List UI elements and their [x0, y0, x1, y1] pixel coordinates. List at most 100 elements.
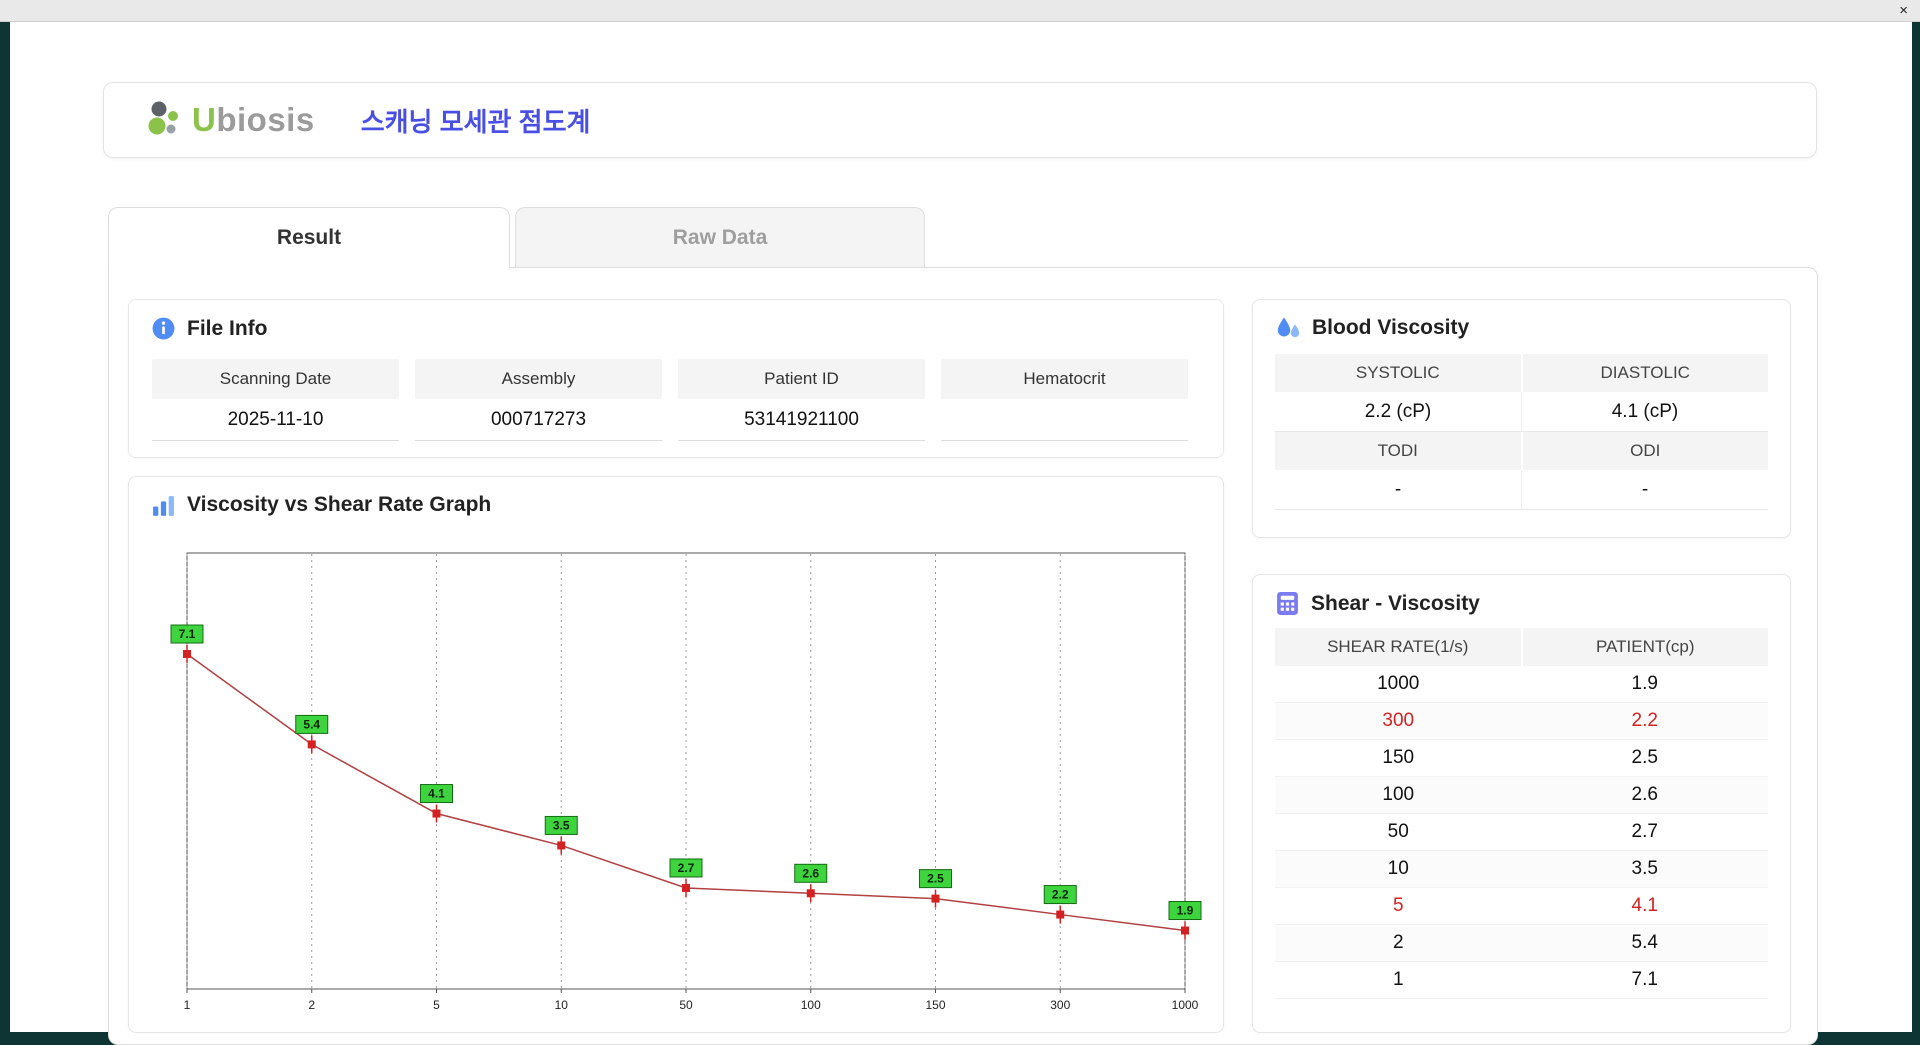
graph-title-row: Viscosity vs Shear Rate Graph — [129, 477, 1223, 527]
bv-header-cell: TODI — [1275, 432, 1523, 470]
info-icon — [152, 317, 175, 340]
field-label: Scanning Date — [152, 359, 399, 399]
x-tick-label: 5 — [433, 998, 440, 1012]
x-tick-label: 50 — [679, 998, 693, 1012]
bv-value-row: 2.2 (cP) 4.1 (cP) — [1275, 392, 1768, 432]
field-label: Patient ID — [678, 359, 925, 399]
x-tick-label: 1000 — [1172, 998, 1199, 1012]
shear-table-row: 300 2.2 — [1275, 703, 1768, 740]
shear-column-header: SHEAR RATE(1/s) — [1275, 628, 1523, 666]
logo-text: Ubiosis — [192, 101, 315, 138]
field-value: 53141921100 — [678, 399, 925, 441]
data-point-marker — [1056, 910, 1065, 919]
x-tick-label: 2 — [308, 998, 315, 1012]
point-label-text: 3.5 — [553, 818, 570, 832]
field-value: 2025-11-10 — [152, 399, 399, 441]
bv-value-cell: - — [1522, 470, 1768, 510]
shear-table: SHEAR RATE(1/s) PATIENT(cp) 1000 1.9 300 2.2… — [1275, 628, 1768, 999]
bv-value-cell: - — [1275, 470, 1522, 510]
bv-header-row: SYSTOLIC DIASTOLIC — [1275, 354, 1768, 392]
calculator-icon — [1277, 592, 1298, 615]
point-label-text: 2.7 — [678, 861, 695, 875]
data-point-marker — [1181, 926, 1189, 935]
point-label-text: 1.9 — [1177, 904, 1194, 918]
app-header: Ubiosis 스캐닝 모세관 점도계 — [103, 82, 1817, 158]
shear-table-row: 1 7.1 — [1275, 962, 1768, 999]
data-point-marker — [557, 841, 566, 850]
shear-table-row: 1000 1.9 — [1275, 666, 1768, 703]
point-label-text: 4.1 — [428, 787, 445, 801]
x-tick-label: 300 — [1050, 998, 1070, 1012]
bv-value-cell: 2.2 (cP) — [1275, 392, 1522, 432]
tab-result[interactable]: Result — [108, 207, 510, 268]
bv-header-row: TODI ODI — [1275, 432, 1768, 470]
data-point-marker — [806, 889, 815, 898]
patient-viscosity-cell: 4.1 — [1631, 895, 1658, 916]
patient-viscosity-cell: 5.4 — [1631, 932, 1658, 953]
shear-viscosity-title-row: Shear - Viscosity — [1253, 575, 1790, 626]
x-tick-label: 100 — [801, 998, 821, 1012]
shear-rate-cell: 1 — [1392, 969, 1404, 990]
logo-dots-icon — [148, 101, 178, 135]
viscosity-chart: 1 2 5 10 50 100 150 300 1000 7.1 5.4 4.1 3.5 2.7 2.6 2.… — [170, 552, 1202, 1012]
bv-value-row: -- — [1275, 470, 1768, 510]
patient-viscosity-cell: 3.5 — [1631, 858, 1658, 879]
point-label-text: 5.4 — [303, 717, 320, 731]
field-label: Hematocrit — [941, 359, 1188, 399]
water-drops-icon — [1277, 317, 1300, 338]
close-button[interactable]: × — [1899, 1, 1908, 21]
shear-table-row: 5 4.1 — [1275, 888, 1768, 925]
bv-header-cell: ODI — [1522, 432, 1768, 470]
patient-viscosity-cell: 2.2 — [1631, 710, 1658, 731]
data-point-marker — [307, 740, 316, 749]
field-value — [941, 399, 1188, 441]
x-tick-label: 10 — [555, 998, 569, 1012]
field-value: 000717273 — [415, 399, 662, 441]
x-tick-label: 150 — [925, 998, 945, 1012]
file-info-field: Assembly 000717273 — [415, 359, 662, 441]
bv-header-cell: DIASTOLIC — [1522, 354, 1768, 392]
patient-viscosity-cell: 2.5 — [1631, 747, 1658, 768]
file-info-field: Scanning Date 2025-11-10 — [152, 359, 399, 441]
point-label-text: 2.5 — [927, 872, 944, 886]
field-label: Assembly — [415, 359, 662, 399]
data-point-marker — [183, 650, 191, 659]
data-point-marker — [931, 894, 940, 903]
blood-viscosity-table: SYSTOLIC DIASTOLIC 2.2 (cP) 4.1 (cP) TODI ODI… — [1275, 354, 1768, 510]
data-point-marker — [432, 809, 441, 818]
file-info-title-row: File Info — [129, 300, 1223, 351]
result-content: File Info Scanning Date 2025-11-10 Assembl… — [108, 267, 1818, 1045]
bar-chart-icon — [153, 495, 174, 516]
patient-viscosity-cell: 1.9 — [1631, 673, 1658, 694]
file-info-field: Patient ID 53141921100 — [678, 359, 925, 441]
graph-title: Viscosity vs Shear Rate Graph — [187, 493, 492, 516]
ubiosis-logo: Ubiosis — [144, 97, 315, 143]
viscosity-graph-panel: Viscosity vs Shear Rate Graph 1 2 5 10 50 100… — [128, 476, 1224, 1033]
shear-table-head: SHEAR RATE(1/s) PATIENT(cp) — [1275, 628, 1768, 666]
file-info-panel: File Info Scanning Date 2025-11-10 Assembl… — [128, 299, 1224, 458]
shear-table-row: 50 2.7 — [1275, 814, 1768, 851]
data-point-marker — [682, 883, 690, 892]
point-label-text: 2.6 — [802, 866, 819, 880]
shear-rate-cell: 2 — [1392, 932, 1404, 953]
shear-table-row: 2 5.4 — [1275, 925, 1768, 962]
blood-viscosity-title: Blood Viscosity — [1312, 316, 1470, 339]
patient-viscosity-cell: 2.6 — [1631, 784, 1658, 805]
blood-viscosity-title-row: Blood Viscosity — [1253, 300, 1790, 350]
tab-raw-data[interactable]: Raw Data — [515, 207, 925, 267]
shear-rate-cell: 100 — [1382, 784, 1415, 805]
shear-table-body: 1000 1.9 300 2.2 150 2.5 100 2.6 50 2.7 10 3.5 5 4.1 2… — [1275, 666, 1768, 999]
shear-viscosity-title: Shear - Viscosity — [1311, 591, 1480, 615]
shear-table-row: 100 2.6 — [1275, 777, 1768, 814]
window-titlebar: × — [0, 0, 1920, 22]
bv-header-cell: SYSTOLIC — [1275, 354, 1523, 392]
app-page: Ubiosis 스캐닝 모세관 점도계 Result Raw Data File… — [10, 22, 1912, 1045]
file-info-fields: Scanning Date 2025-11-10 Assembly 000717273… — [129, 351, 1223, 441]
shear-rate-cell: 300 — [1382, 710, 1415, 731]
file-info-field: Hematocrit — [941, 359, 1188, 441]
point-label-text: 2.2 — [1052, 888, 1069, 902]
shear-rate-cell: 1000 — [1377, 673, 1420, 694]
shear-rate-cell: 150 — [1382, 747, 1415, 768]
shear-column-header: PATIENT(cp) — [1595, 637, 1695, 656]
x-tick-label: 1 — [184, 998, 191, 1012]
